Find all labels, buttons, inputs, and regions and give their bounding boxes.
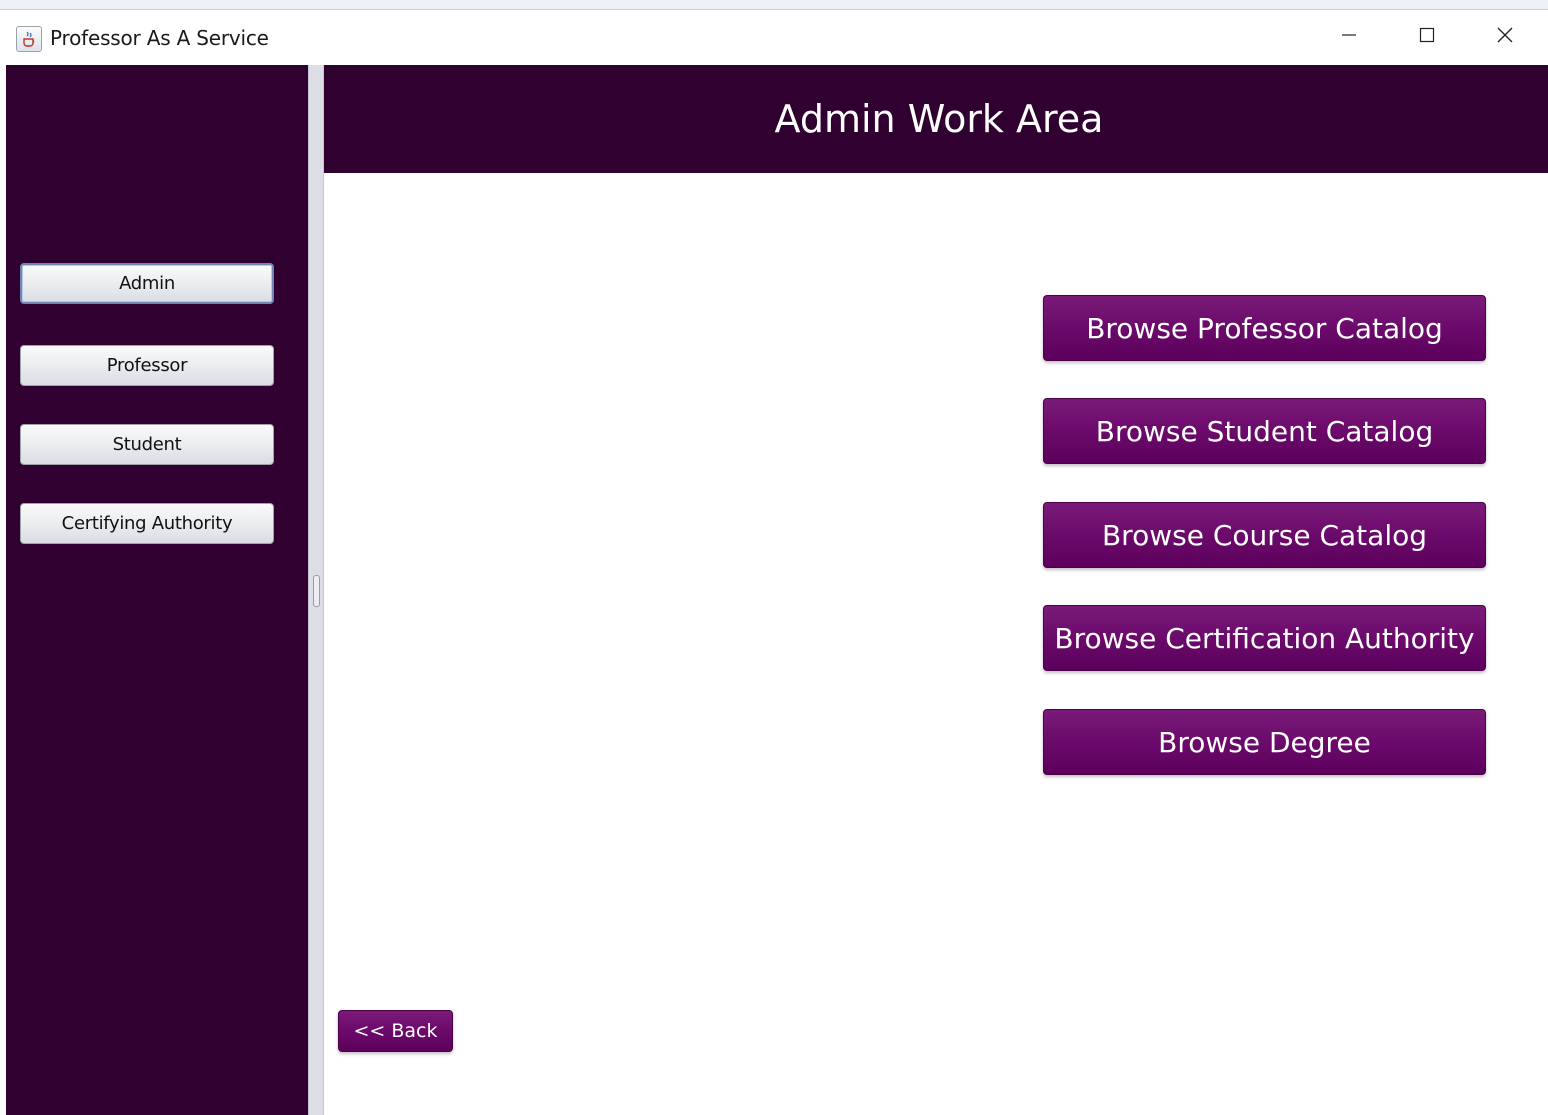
- close-icon: [1496, 26, 1514, 49]
- page-title: Admin Work Area: [774, 97, 1104, 141]
- admin-button[interactable]: Admin: [20, 263, 274, 304]
- browse-course-catalog-button[interactable]: Browse Course Catalog: [1043, 502, 1486, 568]
- student-button[interactable]: Student: [20, 424, 274, 465]
- background-taskbar-strip: [0, 0, 1548, 10]
- minimize-icon: [1340, 26, 1358, 49]
- minimize-button[interactable]: [1310, 10, 1388, 65]
- browse-certification-authority-button[interactable]: Browse Certification Authority: [1043, 605, 1486, 671]
- work-area-panel: Admin Work Area Browse Professor Catalog…: [324, 65, 1548, 1115]
- browse-professor-catalog-button[interactable]: Browse Professor Catalog: [1043, 295, 1486, 361]
- role-sidebar: Admin Professor Student Certifying Autho…: [6, 65, 308, 1115]
- divider-grip[interactable]: [313, 575, 320, 607]
- title-bar: Professor As A Service: [6, 10, 1548, 65]
- java-cup-icon: [16, 26, 42, 52]
- back-button[interactable]: << Back: [338, 1010, 453, 1052]
- browse-student-catalog-button[interactable]: Browse Student Catalog: [1043, 398, 1486, 464]
- app-window: Professor As A Service Admin Professor S…: [6, 10, 1548, 1115]
- window-title: Professor As A Service: [50, 26, 269, 50]
- work-area-header: Admin Work Area: [324, 65, 1548, 173]
- browse-degree-button[interactable]: Browse Degree: [1043, 709, 1486, 775]
- maximize-icon: [1418, 26, 1436, 49]
- professor-button[interactable]: Professor: [20, 345, 274, 386]
- split-pane-divider[interactable]: [308, 65, 324, 1115]
- maximize-button[interactable]: [1388, 10, 1466, 65]
- certifying-authority-button[interactable]: Certifying Authority: [20, 503, 274, 544]
- close-button[interactable]: [1466, 10, 1544, 65]
